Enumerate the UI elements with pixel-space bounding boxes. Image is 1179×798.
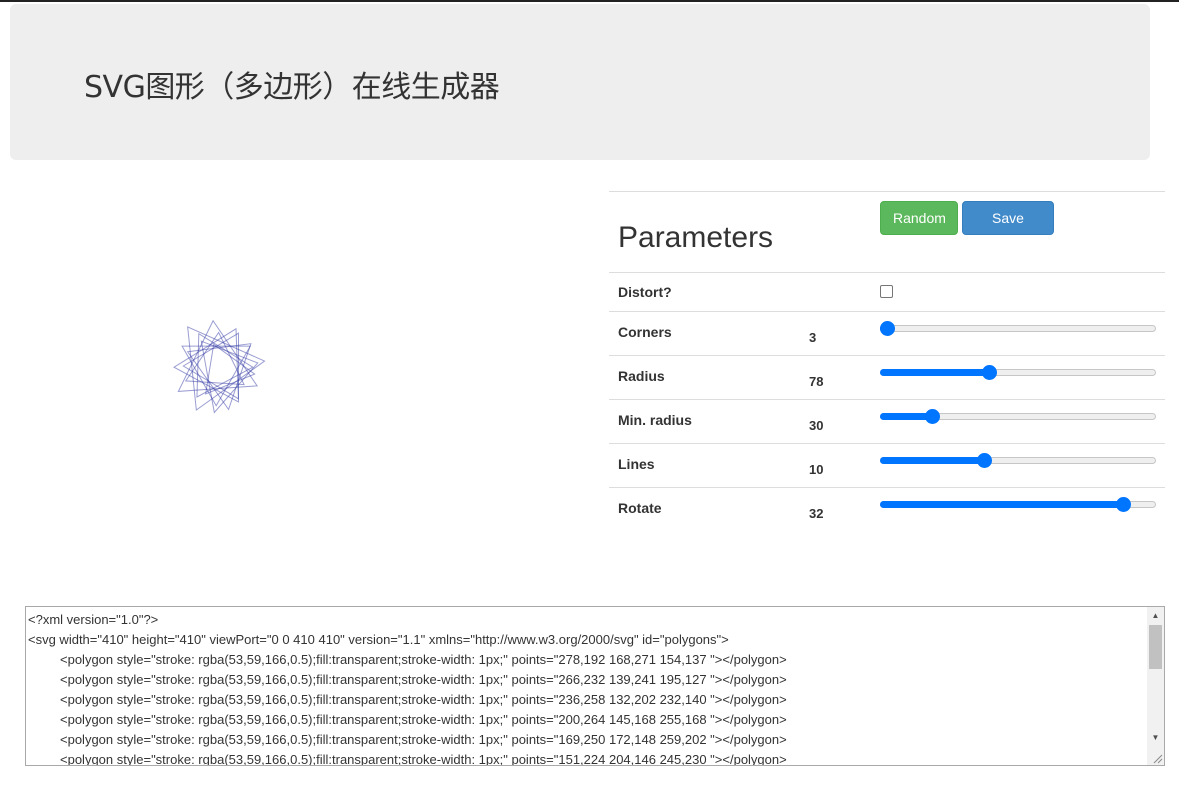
scroll-down-arrow-icon[interactable]: ▼ xyxy=(1147,729,1164,746)
svg-code-content: <?xml version="1.0"?> <svg width="410" he… xyxy=(28,610,1146,766)
param-label: Min. radius xyxy=(618,412,692,428)
slider-fill xyxy=(880,413,932,420)
polygon-svg xyxy=(173,319,266,414)
slider-thumb[interactable] xyxy=(982,365,998,380)
distort-label: Distort? xyxy=(618,284,672,300)
code-scrollbar[interactable]: ▲ ▼ xyxy=(1147,607,1164,765)
param-row-lines: Lines 10 xyxy=(609,443,1165,487)
param-value: 10 xyxy=(809,462,824,477)
param-row-corners: Corners 3 xyxy=(609,311,1165,355)
param-row-min_radius: Min. radius 30 xyxy=(609,399,1165,443)
code-line: <polygon style="stroke: rgba(53,59,166,0… xyxy=(60,712,787,727)
param-value: 30 xyxy=(809,418,824,433)
scroll-thumb[interactable] xyxy=(1149,625,1162,669)
random-button[interactable]: Random xyxy=(880,201,958,235)
code-line: <polygon style="stroke: rgba(53,59,166,0… xyxy=(60,692,787,707)
code-line: <?xml version="1.0"?> xyxy=(28,612,159,627)
resize-grip-icon[interactable] xyxy=(1151,752,1163,764)
code-line: <polygon style="stroke: rgba(53,59,166,0… xyxy=(60,672,787,687)
distort-row: Distort? xyxy=(609,272,1165,311)
param-label: Radius xyxy=(618,368,665,384)
parameters-header-row: Parameters Random Save PNG xyxy=(609,191,1165,272)
parameters-heading: Parameters xyxy=(618,221,774,254)
window-top-border xyxy=(0,0,1179,2)
param-slider-rotate[interactable] xyxy=(880,497,1156,512)
code-line: <svg width="410" height="410" viewPort="… xyxy=(28,632,729,647)
code-line: <polygon style="stroke: rgba(53,59,166,0… xyxy=(60,652,787,667)
param-value: 78 xyxy=(809,374,824,389)
param-slider-min_radius[interactable] xyxy=(880,409,1156,424)
page-title: SVG图形（多边形）在线生成器 xyxy=(84,70,500,105)
param-label: Lines xyxy=(618,456,655,472)
polygon-canvas xyxy=(24,190,434,600)
slider-thumb[interactable] xyxy=(1115,497,1131,512)
slider-track xyxy=(880,325,1156,332)
param-value: 3 xyxy=(809,330,817,345)
parameters-panel: Parameters Random Save PNG Distort? Corn… xyxy=(609,191,1165,531)
code-line: <polygon style="stroke: rgba(53,59,166,0… xyxy=(60,732,787,747)
param-value: 32 xyxy=(809,506,824,521)
param-row-rotate: Rotate 32 xyxy=(609,487,1165,531)
slider-fill xyxy=(880,501,1123,508)
header-banner: SVG图形（多边形）在线生成器 xyxy=(10,4,1150,160)
code-line: <polygon style="stroke: rgba(53,59,166,0… xyxy=(60,752,787,766)
param-slider-radius[interactable] xyxy=(880,365,1156,380)
slider-thumb[interactable] xyxy=(880,321,895,336)
save-png-button[interactable]: Save PNG xyxy=(962,201,1054,258)
scroll-up-arrow-icon[interactable]: ▲ xyxy=(1147,607,1164,624)
param-row-radius: Radius 78 xyxy=(609,355,1165,399)
slider-thumb[interactable] xyxy=(976,453,992,468)
slider-fill xyxy=(880,369,990,376)
param-slider-lines[interactable] xyxy=(880,453,1156,468)
distort-checkbox[interactable] xyxy=(880,285,893,298)
slider-thumb[interactable] xyxy=(924,409,940,424)
param-slider-corners[interactable] xyxy=(880,321,1156,336)
polygon-shape xyxy=(200,340,259,414)
param-label: Corners xyxy=(618,324,672,340)
param-label: Rotate xyxy=(618,500,662,516)
slider-fill xyxy=(880,457,984,464)
svg-code-textarea[interactable]: <?xml version="1.0"?> <svg width="410" he… xyxy=(25,606,1165,766)
